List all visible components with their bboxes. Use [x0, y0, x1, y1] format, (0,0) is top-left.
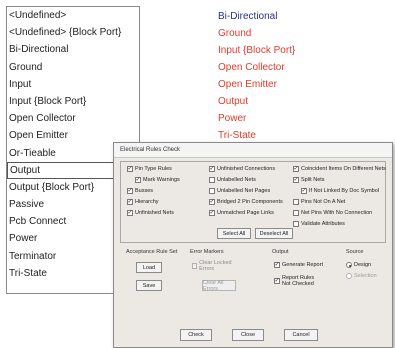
checkbox-unfinished-connections[interactable]: ✓ Unfinished Connections [209, 166, 275, 172]
cancel-button[interactable]: Cancel [284, 329, 318, 341]
check-icon: ✓ [127, 188, 133, 194]
list-item: Open Collector [218, 62, 285, 73]
checkbox-not-linked-doc-symbol[interactable]: ✓ If Not Linked By Doc Symbol [301, 188, 379, 194]
check-icon: ✓ [209, 166, 215, 172]
checkbox-net-pins-no-connection[interactable]: Net Pins With No Connection [293, 210, 372, 216]
checkbox-pin-type-rules[interactable]: ✓ Pin Type Rules [127, 166, 172, 172]
output-label: Output [272, 249, 289, 255]
list-item[interactable]: Bi-Directional [7, 41, 139, 58]
list-item[interactable]: Input {Block Port} [7, 93, 139, 110]
save-button[interactable]: Save [136, 280, 162, 291]
checkbox-mark-warnings[interactable]: ✓ Mark Warnings [135, 177, 180, 183]
source-label: Source [346, 249, 364, 255]
list-item: Output [218, 96, 249, 107]
erc-dialog: Electrical Rules Check ✓ Pin Type Rules ✓… [113, 142, 393, 348]
check-icon: ✓ [127, 210, 133, 216]
clear-all-errors-button[interactable]: Clear All Errors [202, 280, 236, 292]
radio-selection[interactable]: Selection [346, 273, 377, 279]
check-icon: ✓ [209, 199, 215, 205]
check-icon: ✓ [274, 262, 280, 268]
list-item[interactable]: Open Collector [7, 110, 139, 127]
checkbox-unlabelled-nets[interactable]: Unlabelled Nets [209, 177, 256, 183]
checkbox-busses[interactable]: ✓ Busses [127, 188, 153, 194]
dialog-title: Electrical Rules Check [114, 143, 392, 158]
checkbox-split-nets[interactable]: ✓ Split Nets [293, 177, 325, 183]
checkbox-generate-report[interactable]: ✓ Generate Report [274, 262, 323, 268]
checkbox-hierarchy[interactable]: ✓ Hierarchy [127, 199, 159, 205]
checkbox-clear-locked-errors[interactable]: Clear Locked Errors [192, 260, 238, 272]
checkbox-report-rules-not-checked[interactable]: ✓ Report Rules Not Checked [274, 275, 320, 287]
check-icon: ✓ [135, 177, 141, 183]
rules-frame: ✓ Pin Type Rules ✓ Mark Warnings ✓ Busses ✓… [120, 161, 386, 243]
close-button[interactable]: Close [232, 329, 264, 341]
deselect-all-button[interactable]: Deselect All [255, 228, 293, 239]
list-item[interactable]: <Undefined> {Block Port} [7, 24, 139, 41]
check-icon: ✓ [127, 199, 133, 205]
list-item[interactable]: <Undefined> [7, 7, 139, 24]
checkbox-validate-attributes[interactable]: Validate Attributes [293, 221, 345, 227]
list-item: Open Emitter [218, 79, 277, 90]
checkbox-unlabelled-net-pages[interactable]: Unlabelled Net Pages [209, 188, 270, 194]
list-item: Input {Block Port} [218, 45, 296, 56]
list-item[interactable]: Input [7, 76, 139, 93]
check-icon: ✓ [301, 188, 307, 194]
checkbox-unmatched-page-links[interactable]: ✓ Unmatched Page Links [209, 210, 274, 216]
radio-design[interactable]: Design [346, 262, 371, 268]
select-all-button[interactable]: Select All [217, 228, 251, 239]
checkbox-unfinished-nets[interactable]: ✓ Unfinished Nets [127, 210, 174, 216]
check-icon: ✓ [127, 166, 133, 172]
check-icon: ✓ [293, 177, 299, 183]
list-item: Ground [218, 28, 252, 39]
load-button[interactable]: Load [136, 262, 162, 273]
check-icon: ✓ [209, 210, 215, 216]
check-icon: ✓ [293, 166, 299, 172]
list-item: Bi-Directional [218, 11, 278, 22]
list-item[interactable]: Ground [7, 59, 139, 76]
acceptance-rule-set-label: Acceptance Rule Set [126, 249, 178, 255]
check-icon: ✓ [274, 278, 280, 284]
checkbox-bridged-2-pin[interactable]: ✓ Bridged 2 Pin Components [209, 199, 283, 205]
checkbox-pins-not-on-net[interactable]: Pins Not On A Net [293, 199, 345, 205]
list-item: Power [218, 113, 247, 124]
error-markers-label: Error Markers [190, 249, 224, 255]
radio-on-icon [346, 262, 352, 268]
result-list: Bi-Directional Ground Input {Block Port}… [218, 8, 338, 144]
check-button[interactable]: Check [180, 329, 212, 341]
radio-off-icon [346, 273, 352, 279]
checkbox-coincident-items[interactable]: ✓ Coincident Items On Different Nets [293, 166, 386, 172]
